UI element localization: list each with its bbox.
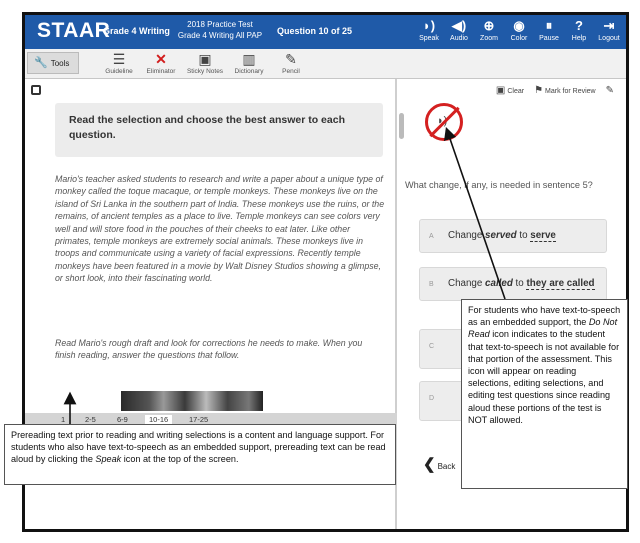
flag-icon: ⚑ — [534, 85, 544, 96]
choice-b[interactable]: B Change called to they are called — [419, 267, 607, 301]
back-arrow-icon: ❮ — [423, 456, 436, 473]
header-bar: STAAR Grade 4 Writing 2018 Practice Test… — [25, 15, 626, 49]
expand-icon[interactable] — [31, 85, 41, 95]
mark-review-button[interactable]: ⚑ Mark for Review — [534, 85, 596, 96]
eliminator-button[interactable]: ✕ Eliminator — [141, 51, 181, 75]
wrench-icon: 🔧 — [34, 57, 48, 69]
guideline-button[interactable]: ☰ Guideline — [99, 51, 139, 75]
question-tools: ▣ Clear ⚑ Mark for Review ✎ — [496, 85, 616, 96]
audio-icon: ◀) — [451, 18, 467, 33]
do-not-read-callout: For students who have text-to-speech as … — [461, 299, 628, 489]
clear-icon: ▣ — [495, 85, 506, 96]
test-name: 2018 Practice Test Grade 4 Writing All P… — [177, 20, 263, 40]
question-counter[interactable]: Question 10 of 25 — [277, 26, 352, 36]
page-link[interactable]: 17-25 — [189, 415, 208, 424]
tools-bar: 🔧 Tools ☰ Guideline ✕ Eliminator ▣ Sticky No… — [25, 49, 626, 79]
guideline-icon: ☰ — [112, 51, 126, 67]
passage-paragraph-2: Read Mario's rough draft and look for co… — [55, 338, 363, 361]
question-text: What change, if any, is needed in senten… — [405, 180, 593, 190]
zoom-icon: ⊕ — [483, 18, 495, 33]
passage-image — [121, 391, 263, 411]
passage-paragraph-1: Mario's teacher asked students to resear… — [55, 174, 385, 284]
pencil-icon: ✎ — [285, 51, 297, 67]
page-link[interactable]: 1 — [61, 415, 65, 424]
pencil-button[interactable]: ✎ Pencil — [271, 51, 311, 75]
color-button[interactable]: ◉ Color — [504, 17, 534, 43]
pause-button[interactable]: ⏸ Pause — [534, 17, 564, 43]
header-icons: ◗) Speak ◀) Audio ⊕ Zoom ◉ Color ⏸ Pause ? Hel… — [414, 17, 624, 43]
tools-button[interactable]: 🔧 Tools — [27, 52, 79, 74]
grade-label: Grade 4 Writing — [103, 26, 170, 36]
page-link-active[interactable]: 10-16 — [145, 415, 173, 424]
speak-button[interactable]: ◗) Speak — [414, 17, 444, 43]
clear-button[interactable]: ▣ Clear — [496, 85, 524, 96]
edit-button[interactable]: ✎ — [606, 85, 616, 96]
edit-icon: ✎ — [605, 85, 614, 96]
dictionary-button[interactable]: ▥ Dictionary — [229, 51, 269, 75]
color-icon: ◉ — [513, 18, 525, 33]
sticky-notes-icon: ▣ — [198, 51, 212, 67]
zoom-button[interactable]: ⊕ Zoom — [474, 17, 504, 43]
audio-button[interactable]: ◀) Audio — [444, 17, 474, 43]
help-button[interactable]: ? Help — [564, 17, 594, 43]
logout-icon: ⇥ — [603, 18, 615, 33]
back-button[interactable]: ❮ Back — [423, 455, 455, 473]
passage-instructions: Read the selection and choose the best a… — [55, 103, 383, 157]
dictionary-icon: ▥ — [242, 51, 256, 67]
eliminator-icon: ✕ — [155, 51, 167, 67]
page-link[interactable]: 6-9 — [117, 415, 128, 424]
sticky-notes-button[interactable]: ▣ Sticky Notes — [185, 51, 225, 75]
choice-a[interactable]: A Change served to serve — [419, 219, 607, 253]
logout-button[interactable]: ⇥ Logout — [594, 17, 624, 43]
staar-logo: STAAR — [37, 19, 111, 42]
prereading-callout: Prereading text prior to reading and wri… — [4, 424, 396, 485]
speak-icon: ◗) — [422, 18, 436, 33]
page-link[interactable]: 2-5 — [85, 415, 96, 424]
pause-icon: ⏸ — [545, 18, 553, 33]
help-icon: ? — [575, 18, 583, 33]
scrollbar-thumb[interactable] — [399, 113, 404, 139]
do-not-read-icon: ◗) — [425, 103, 463, 141]
